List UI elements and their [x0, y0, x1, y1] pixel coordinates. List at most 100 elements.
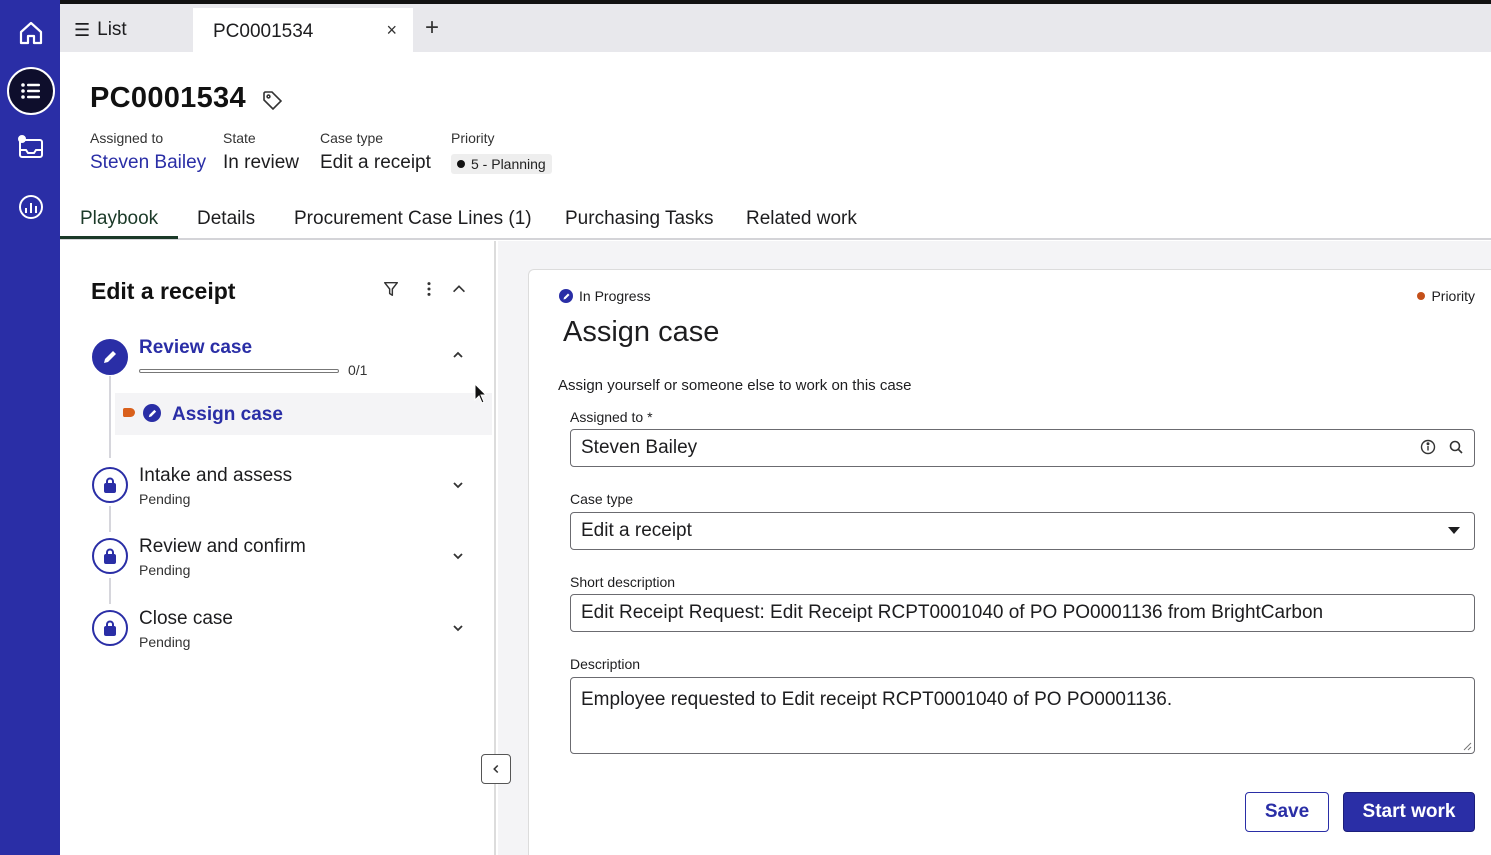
filter-icon — [383, 281, 399, 297]
step-assign-case[interactable]: Assign case — [115, 393, 492, 435]
info-icon[interactable] — [1420, 439, 1436, 455]
workspace-tab-bar: ☰ List PC0001534 × + — [60, 0, 1491, 56]
mouse-cursor-icon — [474, 383, 488, 404]
dashboard-icon — [19, 195, 43, 219]
tag-icon[interactable] — [262, 90, 282, 110]
case-type-field-label: Case type — [570, 491, 634, 507]
stage-status: Pending — [139, 634, 191, 650]
description-label: Description — [570, 656, 641, 672]
pencil-icon — [148, 409, 156, 417]
pencil-icon — [563, 293, 569, 299]
stage-connector — [109, 578, 111, 604]
search-icon[interactable] — [1448, 439, 1464, 455]
stage-icon — [92, 339, 128, 375]
case-type-meta: Case type Edit a receipt — [320, 130, 431, 174]
collapse-playbook-button[interactable] — [449, 279, 469, 299]
chevron-up-icon[interactable] — [450, 347, 466, 363]
priority-badge: 5 - Planning — [451, 154, 552, 174]
resize-handle-icon[interactable] — [1463, 742, 1472, 751]
home-icon — [19, 21, 43, 45]
chevron-down-icon[interactable] — [450, 620, 466, 636]
active-tab-indicator — [60, 236, 178, 239]
priority-dot-icon — [457, 160, 465, 168]
required-mark: * — [647, 409, 653, 425]
chevron-left-icon — [493, 764, 499, 774]
chevron-down-icon[interactable] — [450, 548, 466, 564]
chevron-up-icon — [453, 285, 465, 293]
case-type-value: Edit a receipt — [320, 152, 431, 173]
stage-progress-bar — [139, 369, 339, 373]
case-tab[interactable]: PC0001534 × — [193, 8, 413, 56]
state-label: State — [223, 130, 256, 146]
priority-dot-icon — [1417, 292, 1426, 300]
short-description-input[interactable]: Edit Receipt Request: Edit Receipt RCPT0… — [570, 594, 1475, 632]
stage-icon — [92, 538, 128, 574]
stage-name: Intake and assess — [139, 465, 293, 486]
stage-connector — [109, 376, 111, 458]
home-button[interactable] — [7, 9, 55, 57]
priority-flag-icon — [123, 408, 135, 417]
save-button[interactable]: Save — [1245, 792, 1329, 832]
tab-purchasing-tasks[interactable]: Purchasing Tasks — [565, 208, 714, 230]
priority-meta: Priority 5 - Planning — [451, 130, 552, 174]
caret-down-icon — [1448, 527, 1460, 534]
lock-icon — [104, 477, 116, 493]
tab-procurement-case-lines[interactable]: Procurement Case Lines (1) — [294, 208, 532, 230]
chevron-down-icon[interactable] — [450, 477, 466, 493]
state-meta: State In review — [223, 130, 299, 174]
stage-name: Review and confirm — [139, 536, 306, 557]
list-tab[interactable]: ☰ List — [60, 8, 193, 52]
inbox-icon — [18, 135, 43, 158]
description-textarea[interactable]: Employee requested to Edit receipt RCPT0… — [570, 677, 1475, 754]
list-icon — [21, 83, 40, 99]
more-icon — [427, 282, 431, 296]
playbook-panel: Edit a receipt Review case 0/1 Assign ca… — [60, 241, 496, 855]
lock-icon — [104, 548, 116, 564]
assigned-to-field-label-text: Assigned to — [570, 409, 644, 425]
collapse-panel-button[interactable] — [481, 754, 511, 784]
assigned-to-link[interactable]: Steven Bailey — [90, 152, 206, 174]
hamburger-icon: ☰ — [74, 19, 91, 40]
stage-status: Pending — [139, 562, 191, 578]
activity-title: Assign case — [563, 316, 720, 348]
activity-card: In Progress Priority Assign case Assign … — [528, 269, 1491, 855]
priority-value: 5 - Planning — [471, 156, 546, 172]
case-tab-label: PC0001534 — [213, 21, 314, 42]
stage-status: Pending — [139, 491, 191, 507]
nav-rail — [0, 0, 60, 855]
add-tab-icon[interactable]: + — [425, 16, 439, 40]
step-name: Assign case — [172, 404, 283, 425]
tab-related-work[interactable]: Related work — [746, 208, 857, 230]
status-badge: In Progress — [559, 288, 651, 304]
assigned-to-label: Assigned to — [90, 130, 164, 146]
assigned-to-input[interactable]: Steven Bailey — [570, 429, 1475, 467]
list-nav-button[interactable] — [7, 67, 55, 115]
stage-progress-text: 0/1 — [348, 362, 368, 378]
inbox-button[interactable] — [7, 124, 55, 172]
filter-button[interactable] — [381, 279, 401, 299]
stage-name: Review case — [139, 337, 253, 358]
activity-description: Assign yourself or someone else to work … — [558, 377, 912, 394]
short-description-value: Edit Receipt Request: Edit Receipt RCPT0… — [581, 602, 1324, 623]
more-options-button[interactable] — [419, 279, 439, 299]
priority-label: Priority — [451, 130, 495, 146]
tab-details[interactable]: Details — [197, 208, 255, 230]
short-description-label: Short description — [570, 574, 676, 590]
assigned-to-input-value: Steven Bailey — [581, 437, 698, 458]
in-progress-icon — [559, 289, 573, 303]
playbook-title: Edit a receipt — [91, 278, 236, 304]
record-tabs: Playbook Details Procurement Case Lines … — [60, 198, 1491, 240]
close-icon[interactable]: × — [386, 20, 397, 41]
list-tab-label: List — [97, 19, 127, 40]
start-work-button[interactable]: Start work — [1343, 792, 1475, 832]
page-title: PC0001534 — [90, 82, 246, 114]
case-type-select[interactable]: Edit a receipt — [570, 512, 1475, 550]
stage-icon — [92, 610, 128, 646]
stage-connector — [109, 506, 111, 532]
assigned-to-field-label: Assigned to * — [570, 409, 653, 425]
tab-playbook[interactable]: Playbook — [80, 208, 158, 230]
priority-indicator: Priority — [1417, 288, 1475, 304]
lock-icon — [104, 620, 116, 636]
dashboard-button[interactable] — [7, 183, 55, 231]
description-value: Employee requested to Edit receipt RCPT0… — [581, 689, 1173, 710]
